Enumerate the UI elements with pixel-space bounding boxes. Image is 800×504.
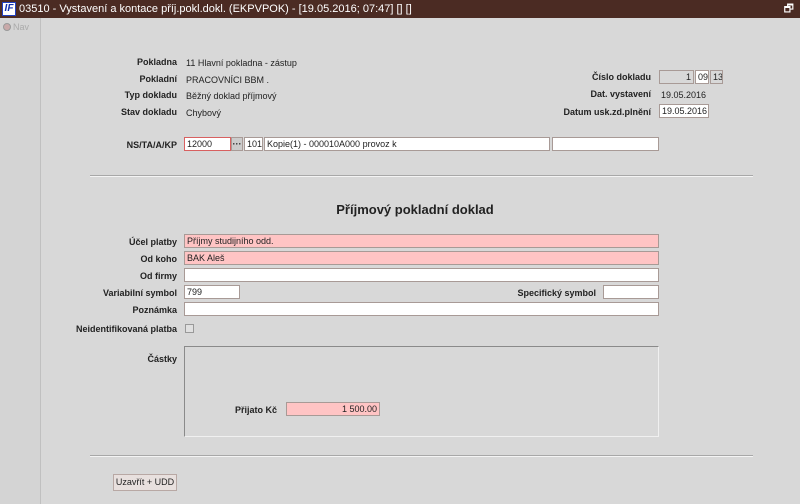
nav-button[interactable]: Nav	[3, 22, 29, 32]
od-koho-label: Od koho	[140, 254, 178, 264]
vs-input[interactable]: 799	[184, 285, 240, 299]
prijato-label: Přijato Kč	[234, 405, 277, 415]
page-title: Příjmový pokladní doklad	[336, 202, 494, 217]
ss-label: Specifický symbol	[517, 288, 596, 298]
title-bar: IF 03510 - Vystavení a kontace příj.pokl…	[0, 0, 800, 18]
pokladni-value: PRACOVNÍCI BBM .	[186, 75, 270, 85]
ta-input[interactable]: 101	[244, 137, 263, 151]
pokladna-label: Pokladna	[136, 57, 177, 67]
neident-label: Neidentifikovaná platba	[75, 324, 177, 334]
uzavrit-udd-button[interactable]: Uzavřít + UDD	[113, 474, 177, 491]
divider	[90, 455, 753, 457]
ucel-label: Účel platby	[128, 237, 177, 247]
castky-panel	[184, 346, 659, 437]
poznamka-label: Poznámka	[132, 305, 177, 315]
castky-label: Částky	[147, 354, 177, 364]
lookup-button[interactable]: ···	[231, 137, 243, 151]
prijato-input[interactable]: 1 500.00	[286, 402, 380, 416]
typ-dokladu-value: Běžný doklad příjmový	[186, 91, 277, 101]
sidebar: Nav	[0, 18, 41, 504]
typ-dokladu-label: Typ dokladu	[124, 90, 177, 100]
od-koho-input[interactable]: BAK Aleš	[184, 251, 659, 265]
stav-dokladu-label: Stav dokladu	[120, 107, 177, 117]
divider	[90, 175, 753, 177]
od-firmy-label: Od firmy	[139, 271, 177, 281]
pokladni-label: Pokladní	[139, 74, 177, 84]
cislo-dokladu-label: Číslo dokladu	[591, 72, 651, 82]
kp-input[interactable]	[552, 137, 659, 151]
dat-vystaveni-value: 19.05.2016	[661, 90, 707, 100]
window-title: 03510 - Vystavení a kontace příj.pokl.do…	[19, 3, 412, 15]
ns-label: NS/TA/A/KP	[126, 140, 177, 150]
cislo-dokladu-period[interactable]: 09	[695, 70, 709, 84]
ucel-input[interactable]: Příjmy studijního odd.	[184, 234, 659, 248]
od-firmy-input[interactable]	[184, 268, 659, 282]
stav-dokladu-value: Chybový	[186, 108, 222, 118]
cislo-dokladu-year: 13	[710, 70, 723, 84]
neident-checkbox[interactable]	[185, 324, 194, 333]
ns-input[interactable]: 12000	[184, 137, 231, 151]
nav-label: Nav	[13, 22, 30, 32]
a-input[interactable]: Kopie(1) - 000010A000 provoz k	[264, 137, 550, 151]
radio-icon	[3, 23, 11, 31]
restore-icon[interactable]: 🗗	[784, 0, 794, 18]
poznamka-input[interactable]	[184, 302, 659, 316]
datum-usk-input[interactable]: 19.05.2016	[659, 104, 709, 118]
app-logo-icon: IF	[2, 2, 16, 16]
datum-usk-label: Datum usk.zd.plnění	[563, 107, 651, 117]
cislo-dokladu-field: 1	[659, 70, 694, 84]
vs-label: Variabilní symbol	[102, 288, 177, 298]
ss-input[interactable]	[603, 285, 659, 299]
pokladna-value: 11 Hlavní pokladna - zástup	[186, 58, 297, 68]
dat-vystaveni-label: Dat. vystavení	[590, 89, 651, 99]
